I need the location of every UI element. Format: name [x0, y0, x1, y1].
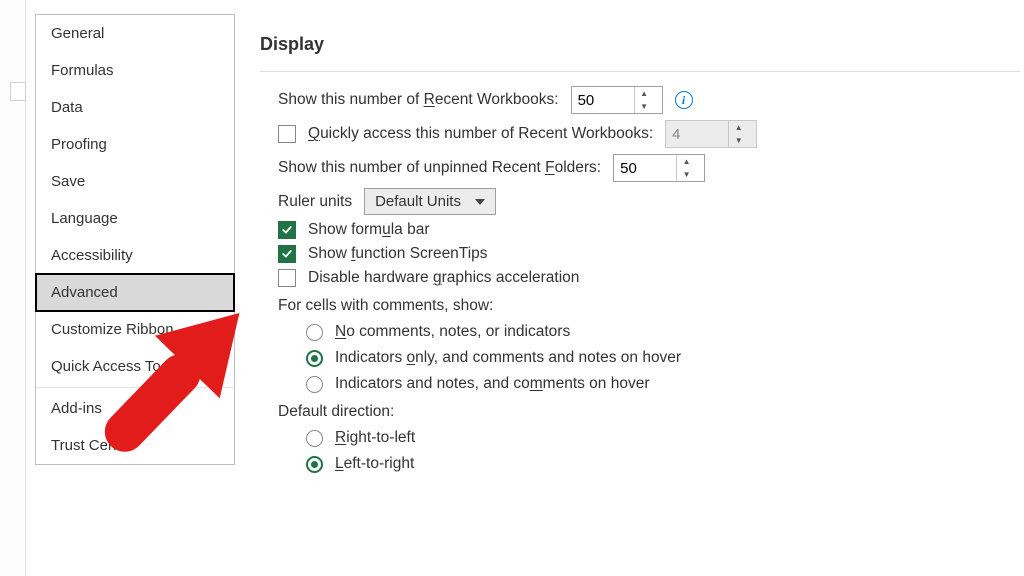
recent-workbooks-input[interactable] [572, 87, 634, 113]
show-formula-bar-checkbox[interactable] [278, 221, 296, 239]
radio-icon[interactable] [306, 430, 323, 447]
disable-hw-accel-label: Disable hardware graphics acceleration [308, 269, 579, 287]
spinner-down-icon[interactable]: ▼ [635, 100, 654, 113]
spinner-down-icon[interactable]: ▼ [677, 168, 696, 181]
radio-indicators-only[interactable]: Indicators only, and comments and notes … [306, 349, 1020, 367]
radio-icon[interactable] [306, 376, 323, 393]
radio-label: Left-to-right [335, 455, 414, 473]
radio-label: Indicators and notes, and comments on ho… [335, 375, 650, 393]
row-recent-folders: Show this number of unpinned Recent Fold… [278, 154, 1020, 182]
section-divider [260, 71, 1020, 72]
sidebar-item-add-ins[interactable]: Add-ins [36, 390, 234, 427]
radio-no-comments[interactable]: No comments, notes, or indicators [306, 323, 1020, 341]
radio-icon[interactable] [306, 456, 323, 473]
radio-indicators-notes[interactable]: Indicators and notes, and comments on ho… [306, 375, 1020, 393]
sidebar-item-data[interactable]: Data [36, 89, 234, 126]
recent-folders-input[interactable] [614, 155, 676, 181]
show-screentips-label: Show function ScreenTips [308, 245, 488, 263]
spinner-up-icon[interactable]: ▲ [677, 155, 696, 168]
recent-workbooks-stepper[interactable]: ▲ ▼ [571, 86, 663, 114]
radio-label: Right-to-left [335, 429, 415, 447]
sidebar-item-trust-center[interactable]: Trust Center [36, 427, 234, 464]
quick-access-checkbox[interactable] [278, 125, 296, 143]
ruler-units-dropdown[interactable]: Default Units [364, 188, 496, 215]
row-ruler-units: Ruler units Default Units [278, 188, 1020, 215]
quick-access-stepper: ▲ ▼ [665, 120, 757, 148]
sidebar-item-customize-ribbon[interactable]: Customize Ribbon [36, 311, 234, 348]
ruler-units-value: Default Units [375, 193, 461, 210]
options-sidebar: General Formulas Data Proofing Save Lang… [35, 14, 235, 465]
radio-icon[interactable] [306, 350, 323, 367]
section-title-display: Display [260, 34, 1020, 55]
comments-radio-group: No comments, notes, or indicators Indica… [306, 323, 1020, 393]
show-formula-bar-label: Show formula bar [308, 221, 430, 239]
recent-folders-label: Show this number of unpinned Recent Fold… [278, 159, 601, 177]
radio-label: Indicators only, and comments and notes … [335, 349, 681, 367]
sidebar-item-general[interactable]: General [36, 15, 234, 52]
chevron-down-icon [475, 199, 485, 205]
sidebar-item-language[interactable]: Language [36, 200, 234, 237]
show-screentips-checkbox[interactable] [278, 245, 296, 263]
row-show-formula-bar: Show formula bar [278, 221, 1020, 239]
sidebar-item-quick-access-toolbar[interactable]: Quick Access Toolbar [36, 348, 234, 385]
row-disable-hw-accel: Disable hardware graphics acceleration [278, 269, 1020, 287]
direction-heading: Default direction: [278, 403, 1020, 421]
radio-label: No comments, notes, or indicators [335, 323, 570, 341]
sidebar-item-proofing[interactable]: Proofing [36, 126, 234, 163]
recent-folders-stepper[interactable]: ▲ ▼ [613, 154, 705, 182]
radio-icon[interactable] [306, 324, 323, 341]
info-icon[interactable]: i [675, 91, 693, 109]
sidebar-item-formulas[interactable]: Formulas [36, 52, 234, 89]
sidebar-item-advanced[interactable]: Advanced [36, 274, 234, 311]
radio-ltr[interactable]: Left-to-right [306, 455, 1020, 473]
row-quick-access: Quickly access this number of Recent Wor… [278, 120, 1020, 148]
options-content: Display Show this number of Recent Workb… [260, 34, 1020, 481]
row-recent-workbooks: Show this number of Recent Workbooks: ▲ … [278, 86, 1020, 114]
ruler-units-label: Ruler units [278, 193, 352, 211]
sidebar-item-save[interactable]: Save [36, 163, 234, 200]
row-show-screentips: Show function ScreenTips [278, 245, 1020, 263]
quick-access-input [666, 121, 728, 147]
sidebar-item-accessibility[interactable]: Accessibility [36, 237, 234, 274]
quick-access-label: Quickly access this number of Recent Wor… [308, 125, 653, 143]
comments-heading: For cells with comments, show: [278, 297, 1020, 315]
radio-rtl[interactable]: Right-to-left [306, 429, 1020, 447]
recent-workbooks-label: Show this number of Recent Workbooks: [278, 91, 559, 109]
sidebar-separator [36, 387, 234, 388]
window-left-gutter [0, 0, 26, 576]
disable-hw-accel-checkbox[interactable] [278, 269, 296, 287]
spinner-up-icon[interactable]: ▲ [635, 87, 654, 100]
spinner-up-icon: ▲ [729, 121, 748, 134]
direction-radio-group: Right-to-left Left-to-right [306, 429, 1020, 473]
spinner-down-icon: ▼ [729, 134, 748, 147]
